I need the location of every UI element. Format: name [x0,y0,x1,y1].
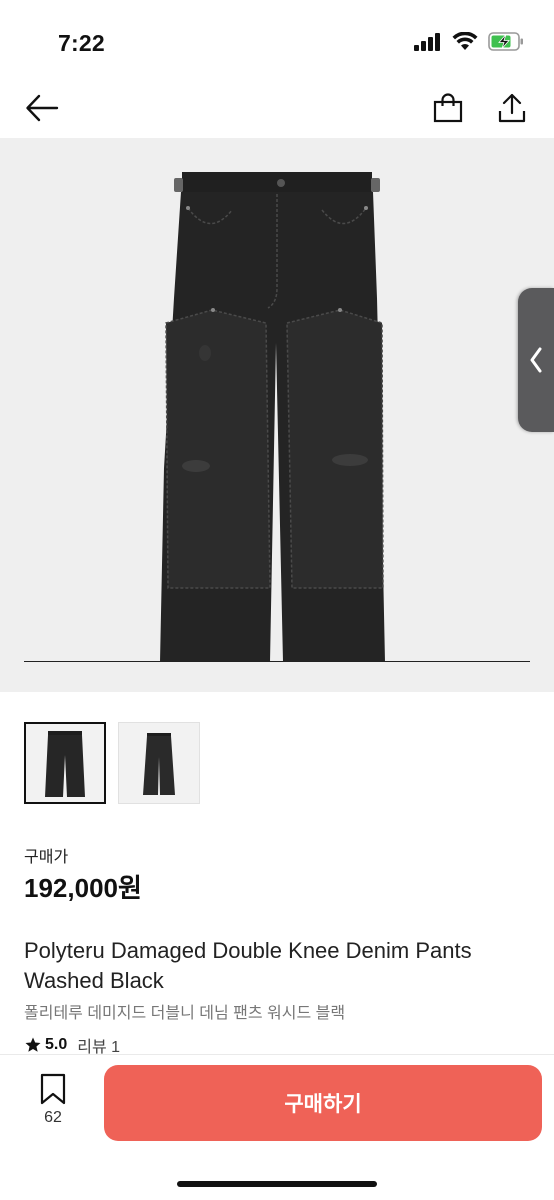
bottom-action-bar: 62 구매하기 [0,1054,554,1200]
battery-charging-icon [488,32,523,51]
price-label: 구매가 [24,849,69,866]
home-indicator [177,1181,377,1187]
denim-pants-image [160,172,385,662]
save-count: 62 [44,1109,62,1126]
arrow-left-icon [26,94,59,122]
shopping-bag-icon [433,93,463,123]
hero-floor-line [24,661,530,662]
pants-thumbnail-image [45,731,85,797]
share-icon [498,93,526,123]
chevron-left-icon [530,347,542,373]
pants-thumbnail-image [143,733,175,795]
status-bar: 7:22 [0,0,554,80]
product-subtitle: 폴리테루 데미지드 더블니 데님 팬츠 워시드 블랙 [24,1005,346,1022]
shop-button[interactable] [424,80,472,136]
price-value: 192,000원 [24,873,142,903]
thumbnail-strip [24,722,200,804]
rating-score: 5.0 [45,1036,68,1053]
save-button[interactable]: 62 [30,1073,76,1135]
buy-button[interactable]: 구매하기 [104,1065,542,1141]
cellular-signal-icon [414,32,440,51]
thumbnail-1[interactable] [24,722,106,804]
share-button[interactable] [488,80,536,136]
product-image-main[interactable] [0,138,554,692]
thumbnail-2[interactable] [118,722,200,804]
status-time: 7:22 [58,30,105,56]
star-icon [25,1037,41,1052]
back-button[interactable] [18,80,66,136]
status-icons [414,32,524,51]
product-title: Polyteru Damaged Double Knee Denim Pants… [24,938,472,993]
navigation-bar [0,80,554,136]
bookmark-icon [40,1073,66,1105]
wifi-icon [452,32,478,50]
side-drawer-handle[interactable] [518,288,554,432]
